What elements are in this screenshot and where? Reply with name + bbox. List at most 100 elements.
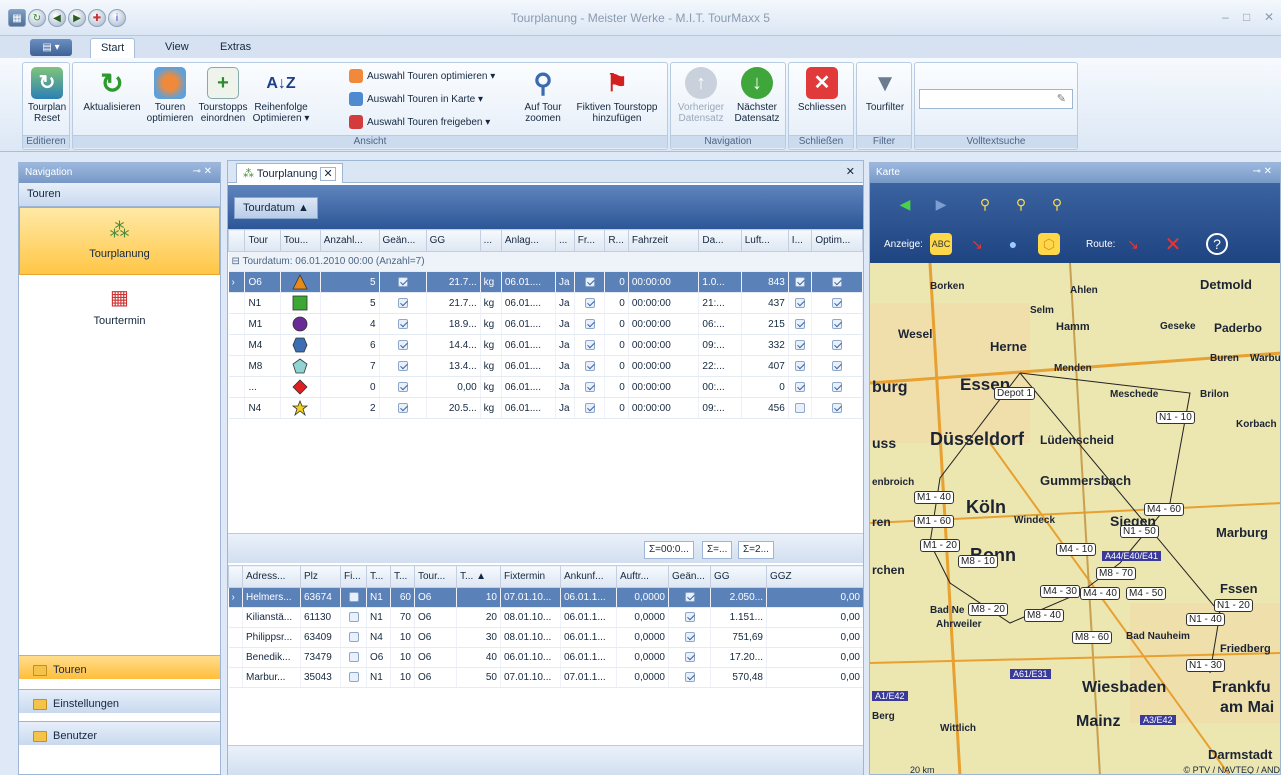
close-document-icon[interactable]: ✕ <box>846 165 855 178</box>
checkbox[interactable] <box>832 276 843 287</box>
labels-toggle-icon[interactable]: ABC <box>930 233 952 255</box>
checkbox[interactable] <box>584 297 595 308</box>
nav-item-tourplanung[interactable]: ⁂ Tourplanung <box>19 207 220 275</box>
table-row[interactable]: M8 7 13.4... kg 06.01.... Ja 0 00:00:00 22:... 40… <box>228 355 863 377</box>
navbar-benutzer[interactable]: Benutzer <box>19 721 220 745</box>
column-header[interactable]: Fr... <box>573 229 606 252</box>
navbar-einstellungen[interactable]: Einstellungen <box>19 689 220 713</box>
column-header[interactable]: Da... <box>698 229 742 252</box>
table-row[interactable]: Marbur... 35043 N1 10 O6 50 07.01.10... 07.01.1… <box>228 667 863 688</box>
checkbox[interactable] <box>832 360 843 371</box>
checkbox[interactable] <box>832 318 843 329</box>
zoom-out-icon[interactable]: ⚲ <box>1010 193 1032 215</box>
map-help-icon[interactable]: ? <box>1206 233 1228 255</box>
checkbox[interactable] <box>795 297 806 308</box>
route-delete-icon[interactable]: ✕ <box>1162 233 1184 256</box>
label-m1-60[interactable]: M1 - 60 <box>914 515 954 528</box>
minimize-button[interactable]: – <box>1222 10 1229 24</box>
map-back-icon[interactable]: ◀ <box>894 193 916 215</box>
auswahl-optimieren-button[interactable]: Auswahl Touren optimieren ▾ <box>349 69 495 83</box>
checkbox[interactable] <box>795 339 806 350</box>
table-row[interactable]: › O6 5 21.7... kg 06.01.... Ja 0 00:00:00 1.0... 8… <box>228 271 863 293</box>
checkbox[interactable] <box>832 381 843 392</box>
touren-optimieren-button[interactable]: Touren optimieren <box>145 67 195 124</box>
label-m4-40[interactable]: M4 - 40 <box>1080 587 1120 600</box>
checkbox[interactable] <box>684 652 695 663</box>
table-row[interactable]: M4 6 14.4... kg 06.01.... Ja 0 00:00:00 09:... 33… <box>228 334 863 356</box>
vorheriger-button[interactable]: ↑ Vorheriger Datensatz <box>673 67 729 124</box>
column-header[interactable]: Tour... <box>414 565 457 588</box>
map-pin-close[interactable]: ⊸ ✕ <box>1252 166 1272 177</box>
label-m4-30[interactable]: M4 - 30 <box>1040 585 1080 598</box>
panel-pin-close[interactable]: ⊸ ✕ <box>192 166 212 177</box>
column-header[interactable]: T... <box>390 565 415 588</box>
checkbox[interactable] <box>348 632 359 643</box>
column-header[interactable]: Fixtermin <box>500 565 561 588</box>
group-row[interactable]: ⊟ Tourdatum: 06.01.2010 00:00 (Anzahl=7) <box>228 251 863 272</box>
checkbox[interactable] <box>684 632 695 643</box>
checkbox[interactable] <box>832 402 843 413</box>
column-header[interactable]: Plz <box>300 565 341 588</box>
checkbox[interactable] <box>795 360 806 371</box>
aktualisieren-button[interactable]: ↻ Aktualisieren <box>79 67 145 113</box>
tab-tourplanung[interactable]: ⁂ Tourplanung ✕ <box>236 163 343 183</box>
column-header[interactable]: Adress... <box>242 565 301 588</box>
column-header[interactable]: Geän... <box>378 229 427 252</box>
checkbox[interactable] <box>832 339 843 350</box>
column-header[interactable]: Tour <box>244 229 281 252</box>
fiktiven-tourstopp-button[interactable]: ⚑ Fiktiven Tourstopp hinzufügen <box>569 67 665 124</box>
checkbox[interactable] <box>397 402 408 413</box>
table-row[interactable]: Kilianstä... 61130 N1 70 O6 20 08.01.10... 06.0… <box>228 607 863 628</box>
label-n1-10[interactable]: N1 - 10 <box>1156 411 1195 424</box>
column-header[interactable]: Geän... <box>668 565 711 588</box>
label-n1-50[interactable]: N1 - 50 <box>1120 525 1159 538</box>
checkbox[interactable] <box>584 381 595 392</box>
auswahl-freigeben-button[interactable]: Auswahl Touren freigeben ▾ <box>349 115 490 129</box>
checkbox[interactable] <box>795 318 806 329</box>
route-calc-icon[interactable]: ↘ <box>1122 233 1144 255</box>
checkbox[interactable] <box>795 381 806 392</box>
label-m4-50[interactable]: M4 - 50 <box>1126 587 1166 600</box>
column-header[interactable]: Luft... <box>740 229 789 252</box>
label-m1-40[interactable]: M1 - 40 <box>914 491 954 504</box>
table-row[interactable]: Benedik... 73479 O6 10 O6 40 06.01.10... 06.01.… <box>228 647 863 668</box>
tab-extras[interactable]: Extras <box>210 38 261 58</box>
tourfilter-button[interactable]: ▼ Tourfilter <box>859 67 911 113</box>
auswahl-karte-button[interactable]: Auswahl Touren in Karte ▾ <box>349 92 483 106</box>
label-n1-40[interactable]: N1 - 40 <box>1186 613 1225 626</box>
zoom-in-icon[interactable]: ⚲ <box>974 193 996 215</box>
column-header[interactable]: Tou... <box>279 229 321 252</box>
column-header[interactable]: Anzahl... <box>319 229 380 252</box>
checkbox[interactable] <box>584 276 595 287</box>
checkbox[interactable] <box>584 339 595 350</box>
route-line-icon[interactable]: ↘ <box>966 233 988 255</box>
checkbox[interactable] <box>348 592 359 603</box>
label-m8-70[interactable]: M8 - 70 <box>1096 567 1136 580</box>
checkbox[interactable] <box>397 381 408 392</box>
naechster-button[interactable]: ↓ Nächster Datensatz <box>729 67 785 124</box>
checkbox[interactable] <box>397 297 408 308</box>
checkbox[interactable] <box>684 672 695 683</box>
map-forward-icon[interactable]: ▶ <box>930 193 952 215</box>
tourplan-reset-button[interactable]: ↻ Tourplan Reset <box>25 67 69 124</box>
column-header[interactable]: Fahrzeit <box>627 229 700 252</box>
column-header[interactable]: GG <box>425 229 481 252</box>
label-m4-60[interactable]: M4 - 60 <box>1144 503 1184 516</box>
checkbox[interactable] <box>684 592 695 603</box>
zoom-fit-icon[interactable]: ⚲ <box>1046 193 1068 215</box>
checkbox[interactable] <box>584 402 595 413</box>
tourstopps-einordnen-button[interactable]: + Tourstopps einordnen <box>195 67 251 124</box>
column-header[interactable]: R... <box>604 229 629 252</box>
group-by-tourdatum[interactable]: Tourdatum ▲ <box>234 197 318 219</box>
column-header[interactable]: ... <box>554 229 575 252</box>
map-canvas[interactable]: Borken Ahlen Detmold Selm Wesel Hamm Ges… <box>870 263 1280 774</box>
checkbox[interactable] <box>684 612 695 623</box>
column-header[interactable]: T... <box>366 565 391 588</box>
table-row[interactable]: M1 4 18.9... kg 06.01.... Ja 0 00:00:00 06:... 21… <box>228 313 863 335</box>
checkbox[interactable] <box>795 276 806 287</box>
column-header[interactable]: Anlag... <box>500 229 556 252</box>
checkbox[interactable] <box>348 672 359 683</box>
column-header[interactable]: Optim... <box>811 229 863 252</box>
table-row[interactable]: N4 2 20.5... kg 06.01.... Ja 0 00:00:00 09:... 45… <box>228 397 863 419</box>
globe-icon[interactable]: ● <box>1002 233 1024 255</box>
